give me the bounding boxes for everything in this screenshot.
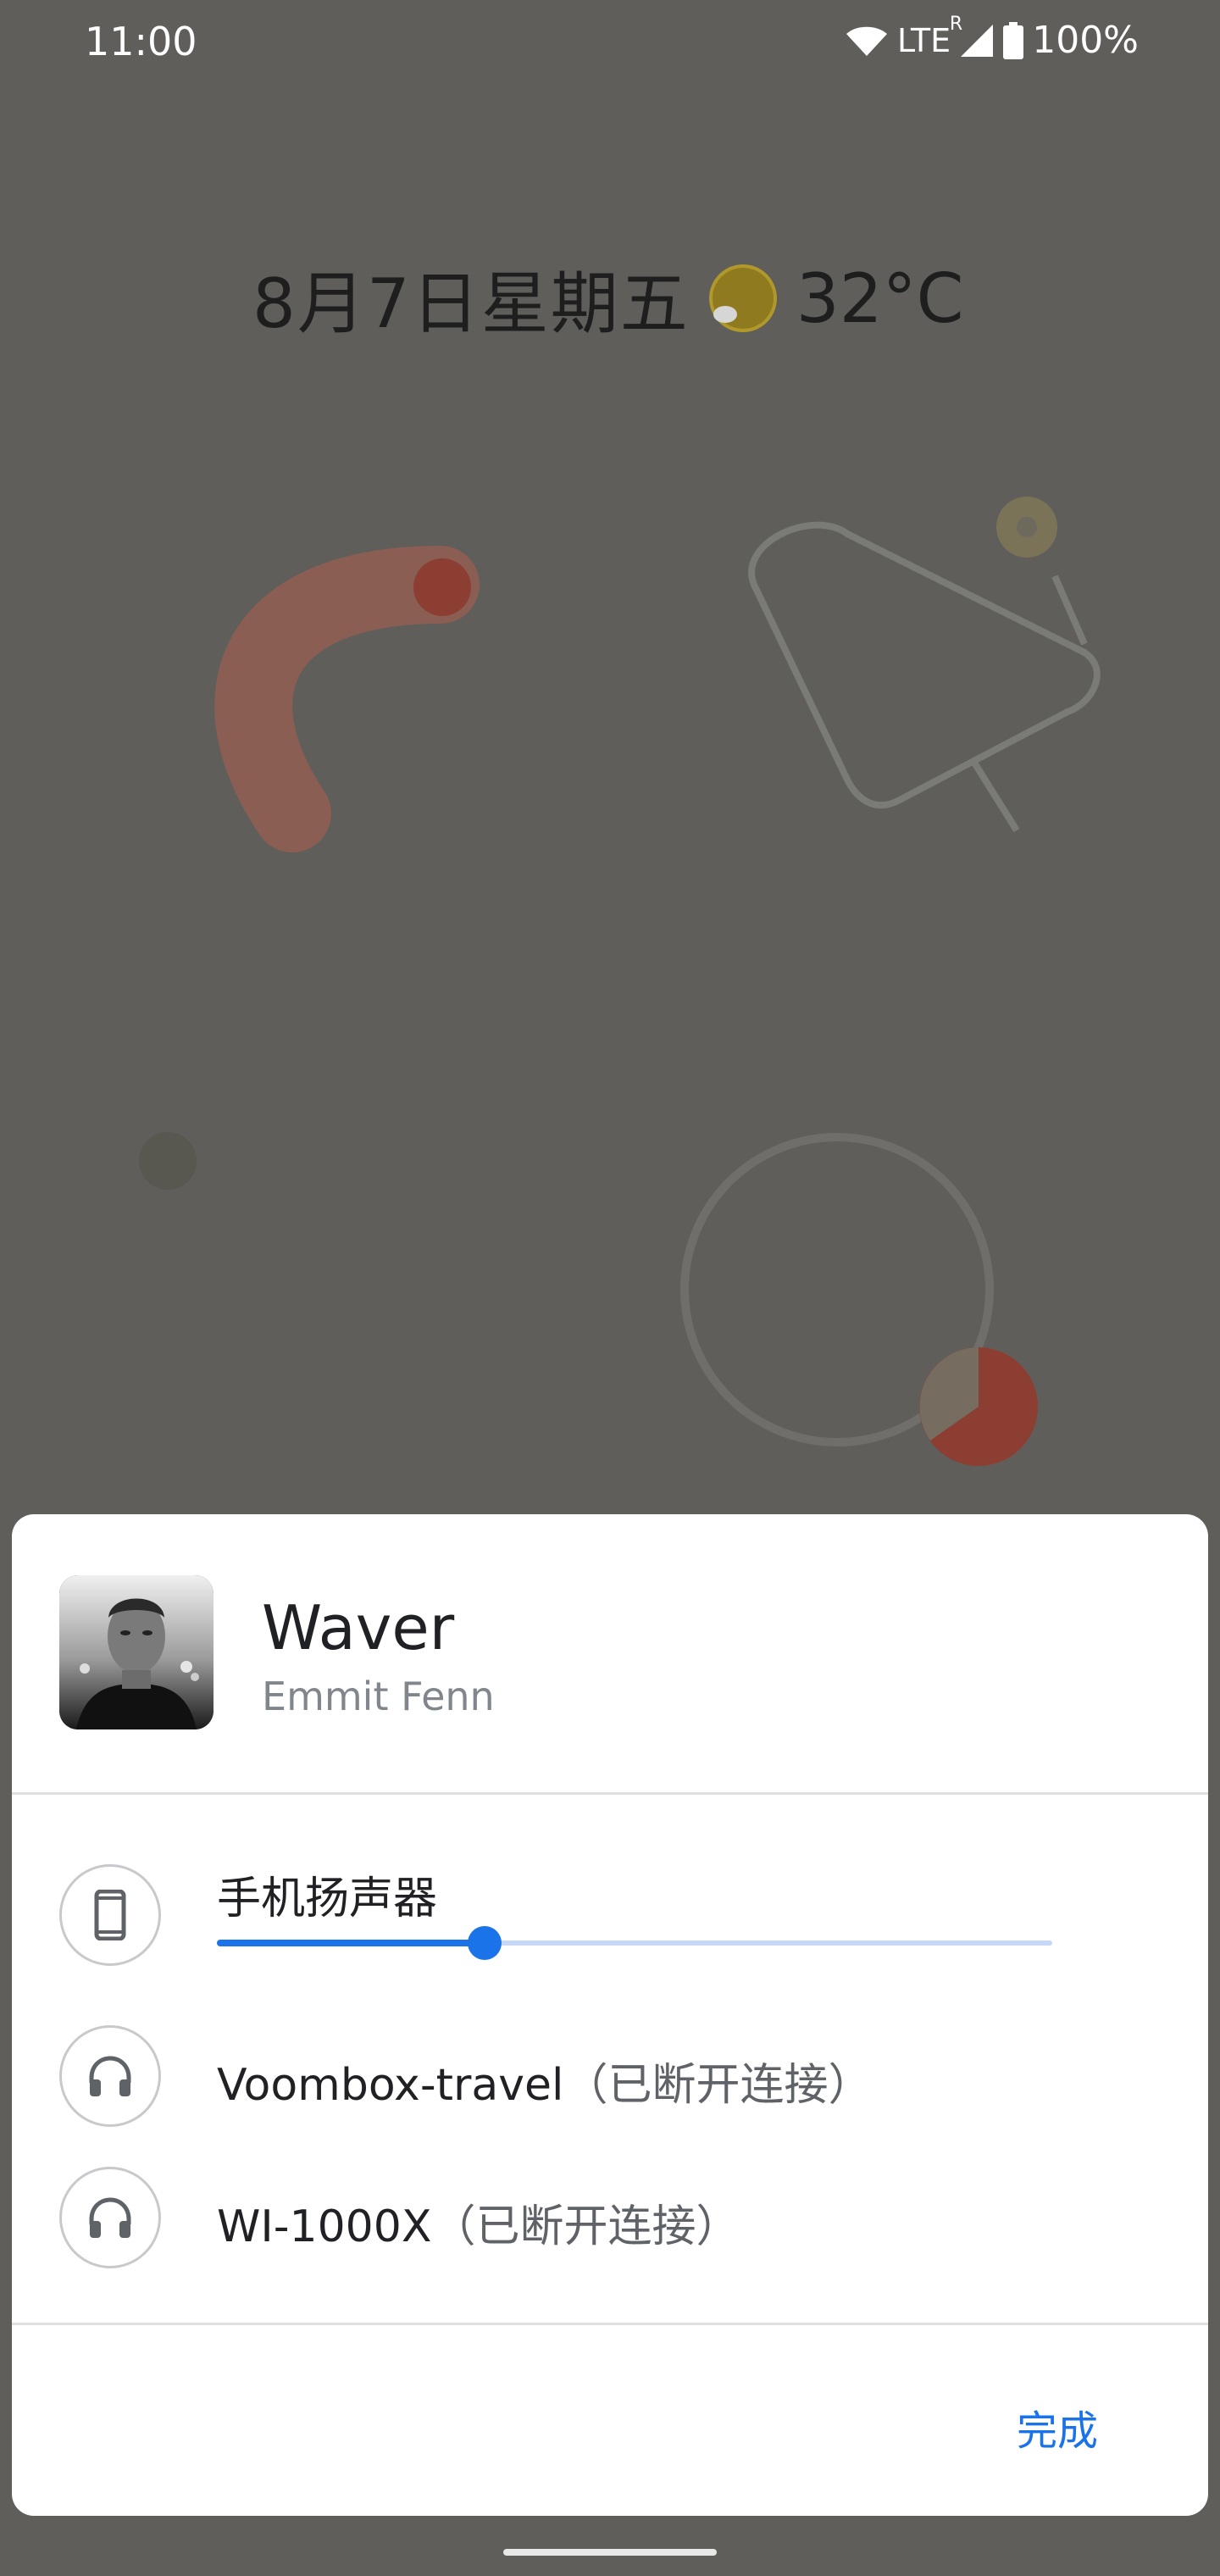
headphones-icon bbox=[89, 2056, 131, 2096]
signal-icon bbox=[961, 24, 994, 57]
battery-icon bbox=[1003, 21, 1024, 59]
device-name: WI-1000X bbox=[217, 2201, 432, 2252]
media-output-sheet: Waver Emmit Fenn 手机扬声器 Voombox-travel（已断… bbox=[12, 1514, 1208, 2516]
phone-icon bbox=[94, 1890, 126, 1940]
wallpaper-popsicle-outline bbox=[748, 521, 1101, 833]
volume-slider-fill bbox=[217, 1940, 485, 1946]
track-title: Waver bbox=[262, 1592, 455, 1663]
wallpaper-red-dot bbox=[413, 558, 471, 616]
device-row-wi-1000x[interactable]: WI-1000X（已断开连接） bbox=[12, 2167, 1208, 2294]
network-type: LTE R bbox=[897, 14, 962, 59]
date-label: 8月7日星期五 bbox=[252, 264, 690, 343]
wifi-icon bbox=[846, 26, 888, 56]
header-divider bbox=[12, 1792, 1208, 1795]
device-icon-container bbox=[59, 2167, 161, 2268]
device-row-phone-speaker[interactable]: 手机扬声器 bbox=[12, 1864, 1208, 1991]
album-art-portrait bbox=[59, 1575, 214, 1729]
footer-divider bbox=[12, 2323, 1208, 2325]
device-icon-container bbox=[59, 2025, 161, 2127]
track-artist: Emmit Fenn bbox=[262, 1674, 495, 1719]
device-name: 手机扬声器 bbox=[217, 1874, 438, 1924]
volume-slider-thumb[interactable] bbox=[467, 1926, 502, 1960]
date-weather-row: 8月7日星期五 32°C bbox=[252, 256, 964, 344]
volume-slider[interactable] bbox=[217, 1926, 1052, 1960]
device-icon-container bbox=[59, 1864, 161, 1966]
headphones-icon bbox=[89, 2197, 131, 2238]
wallpaper-orange-arc bbox=[214, 546, 480, 852]
wallpaper-gray-dot bbox=[139, 1132, 197, 1190]
device-status: （已断开连接） bbox=[563, 2060, 873, 2111]
status-icons: LTE R 100% bbox=[845, 14, 1139, 62]
device-label: Voombox-travel（已断开连接） bbox=[217, 2049, 872, 2112]
network-label: LTE bbox=[897, 21, 951, 59]
device-row-voombox[interactable]: Voombox-travel（已断开连接） bbox=[12, 2025, 1208, 2152]
device-label: WI-1000X（已断开连接） bbox=[217, 2190, 740, 2254]
device-name: Voombox-travel bbox=[217, 2060, 564, 2111]
roaming-indicator: R bbox=[949, 13, 963, 35]
wallpaper bbox=[139, 497, 1101, 1466]
status-time: 11:00 bbox=[85, 19, 197, 64]
partly-sunny-icon bbox=[708, 264, 777, 332]
media-header: Waver Emmit Fenn bbox=[12, 1514, 1208, 1794]
battery-percent: 100% bbox=[1032, 19, 1139, 62]
gesture-nav-handle[interactable] bbox=[503, 2549, 717, 2556]
album-art bbox=[59, 1575, 214, 1729]
temperature-label: 32°C bbox=[796, 258, 964, 338]
done-button[interactable]: 完成 bbox=[1017, 2397, 1098, 2457]
status-bar: 11:00 LTE R 100% bbox=[0, 0, 1220, 93]
device-status: （已断开连接） bbox=[431, 2201, 740, 2252]
